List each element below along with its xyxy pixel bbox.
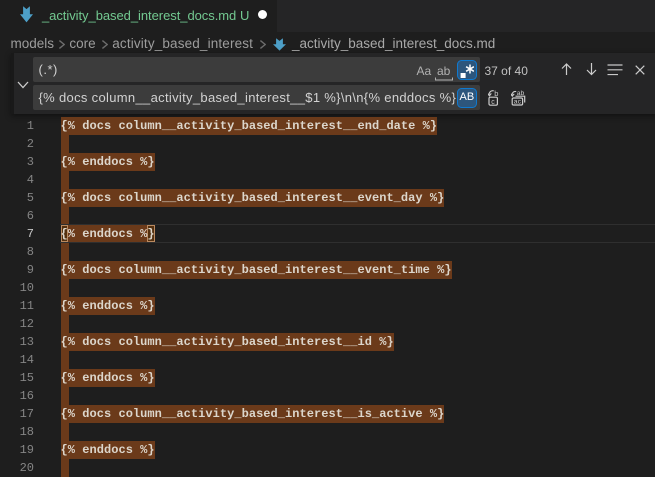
svg-text:c: c bbox=[491, 98, 495, 105]
svg-text:ac: ac bbox=[514, 99, 522, 106]
